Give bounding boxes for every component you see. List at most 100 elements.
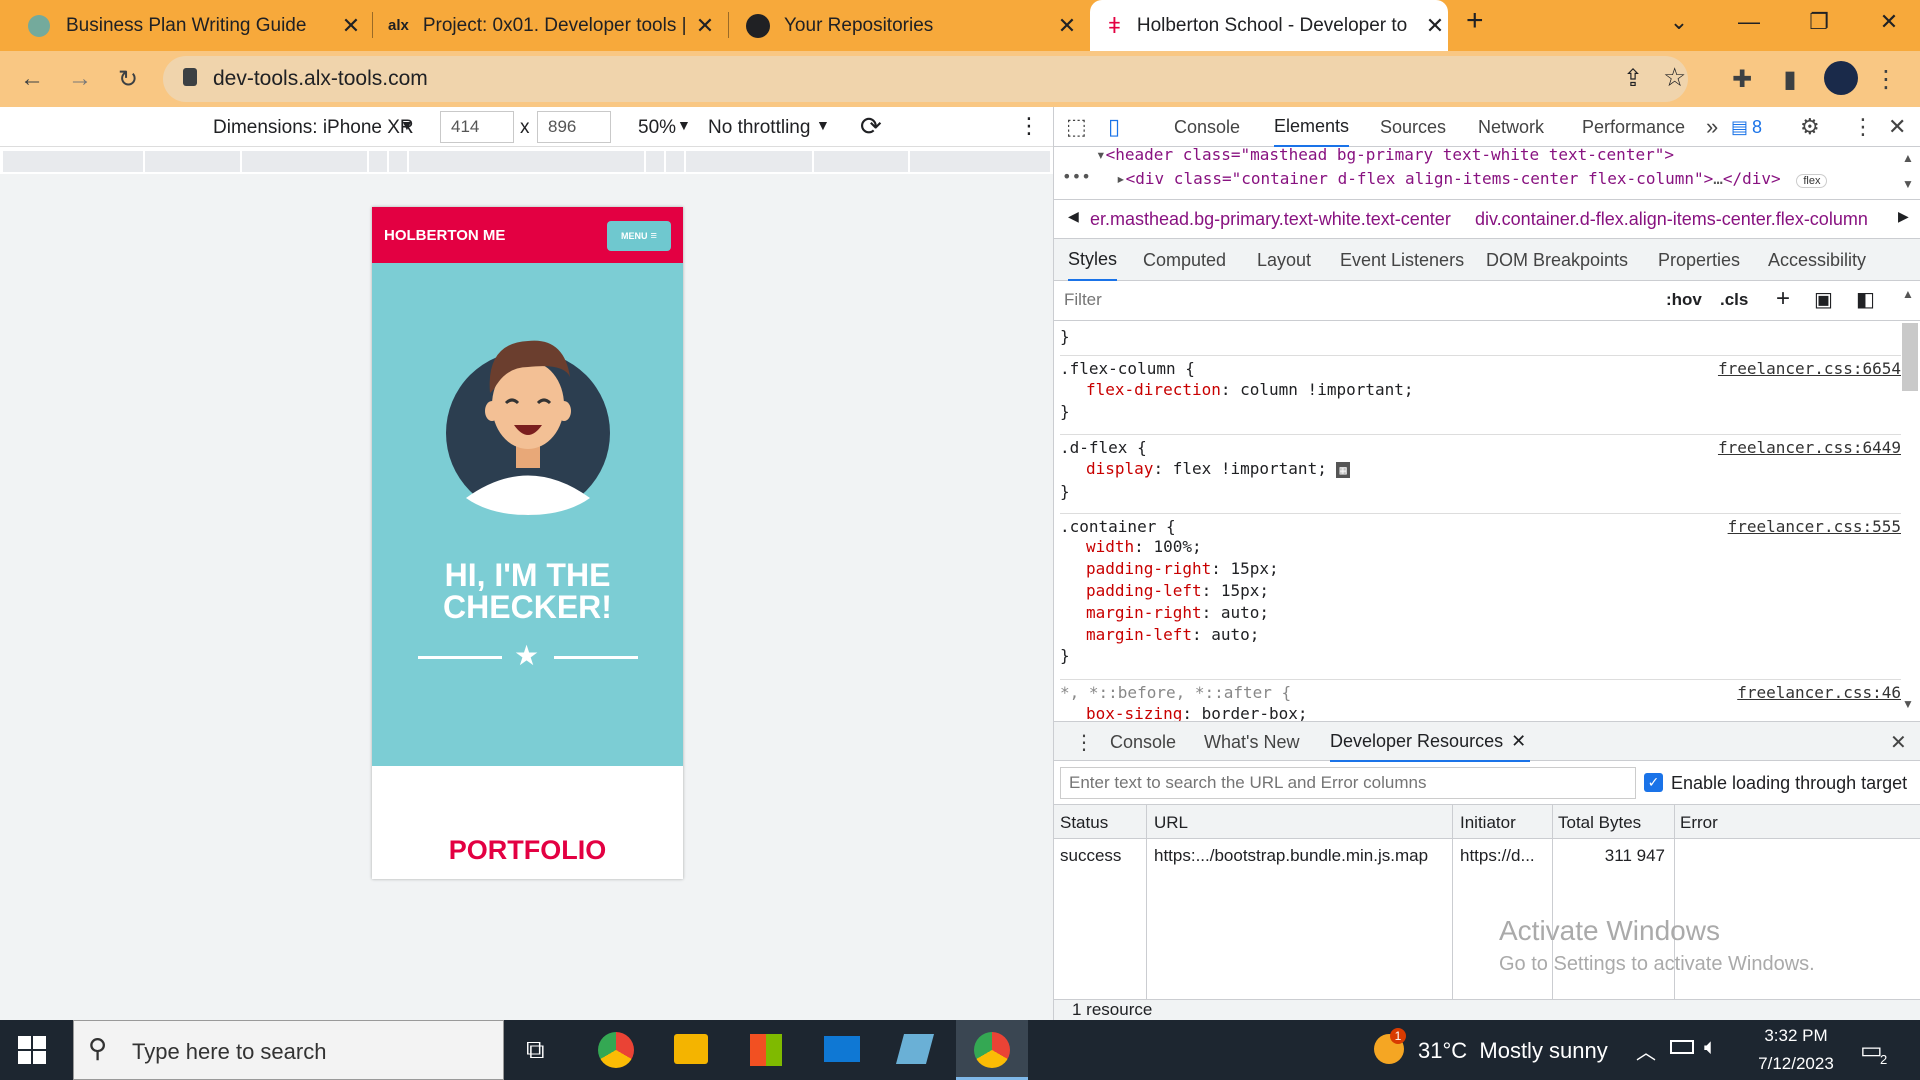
back-icon[interactable]: ← [12,59,52,99]
css-declaration[interactable]: margin-left: auto; [1060,624,1901,646]
drawer-tab-console[interactable]: Console [1110,722,1176,762]
close-icon[interactable]: ✕ [1054,13,1080,39]
drawer-tab-developer-resources[interactable]: Developer Resources ✕ [1330,722,1531,762]
css-declaration[interactable]: padding-left: 15px; [1060,580,1901,602]
column-header-error[interactable]: Error [1680,813,1718,833]
tab-styles[interactable]: Styles [1068,239,1118,281]
lock-icon[interactable] [183,68,197,86]
tab-holberton-active[interactable]: ǂ Holberton School - Developer to ✕ [1090,0,1448,51]
tab-layout[interactable]: Layout [1257,239,1311,281]
hov-button[interactable]: :hov [1666,290,1702,310]
microsoft-store-icon[interactable] [750,1034,782,1066]
chevron-down-icon[interactable]: ▼ [400,117,414,133]
chevron-up-icon[interactable]: ︿ [1636,1036,1656,1065]
css-rule[interactable]: .d-flex { freelancer.css:6449 display: f… [1060,438,1901,501]
css-declaration[interactable]: margin-right: auto; [1060,602,1901,624]
dom-collapsed-ellipsis[interactable]: … [1713,169,1723,188]
restore-icon[interactable]: ❐ [1784,0,1854,44]
enable-loading-checkbox[interactable]: ✓ [1644,773,1663,792]
file-explorer-icon[interactable] [674,1034,708,1064]
styles-scrollbar[interactable] [1902,323,1918,391]
rule-source-link[interactable]: freelancer.css:6654 [1718,359,1901,378]
column-header-url[interactable]: URL [1154,813,1188,833]
column-header-status[interactable]: Status [1060,813,1108,833]
css-rule[interactable]: .container { freelancer.css:555 width: 1… [1060,517,1901,665]
taskbar-search-box[interactable]: ⚲ Type here to search [73,1020,504,1080]
more-tabs-icon[interactable]: » [1706,107,1718,147]
property-name[interactable]: width [1086,537,1134,556]
chevron-down-icon[interactable]: ▼ [677,117,691,133]
property-value[interactable]: column !important; [1240,380,1413,399]
tab-console[interactable]: Console [1174,107,1240,147]
breadcrumb-left-icon[interactable]: ◀ [1068,208,1079,225]
css-rule[interactable]: *, *::before, *::after { freelancer.css:… [1060,683,1901,726]
tab-properties[interactable]: Properties [1658,239,1740,281]
breadcrumb-item[interactable]: er.masthead.bg-primary.text-white.text-c… [1090,209,1451,230]
property-value[interactable]: auto; [1221,603,1269,622]
chevron-down-icon[interactable]: ▼ [816,117,830,133]
menu-button[interactable]: MENU ≡ [607,221,671,251]
dom-ellipsis-icon[interactable]: ••• [1062,167,1091,186]
cell-initiator[interactable]: https://d... [1460,846,1535,866]
paint-brush-icon[interactable]: ▣ [1814,287,1833,312]
notepad-icon[interactable] [895,1034,935,1064]
drawer-tab-whats-new[interactable]: What's New [1204,722,1299,762]
media-segment[interactable] [389,151,407,172]
minimize-icon[interactable]: — [1714,0,1784,44]
address-bar[interactable]: dev-tools.alx-tools.com ⇪ ☆ [163,56,1688,102]
clock-date[interactable]: 7/12/2023 [1740,1054,1852,1074]
inspect-element-icon[interactable]: ⬚ [1066,107,1087,147]
media-query-bar[interactable] [0,148,1053,174]
dom-node-container[interactable]: ▸<div class="container d-flex align-item… [1116,169,1828,188]
media-segment[interactable] [666,151,684,172]
media-segment[interactable] [242,151,367,172]
close-icon[interactable]: ✕ [338,13,364,39]
share-icon[interactable]: ⇪ [1623,64,1643,93]
tab-event-listeners[interactable]: Event Listeners [1340,239,1464,281]
dimensions-dropdown[interactable]: Dimensions: iPhone XR [213,117,414,139]
task-view-icon[interactable]: ⧉ [526,1034,545,1066]
breadcrumb-item-active[interactable]: div.container.d-flex.align-items-center.… [1475,209,1868,230]
width-input[interactable]: 414 [440,111,514,143]
rotate-icon[interactable]: ⟳ [860,111,882,142]
css-rule[interactable]: .flex-column { freelancer.css:6654 flex-… [1060,359,1901,421]
media-segment[interactable] [409,151,644,172]
media-segment[interactable] [910,151,1050,172]
rule-source-link[interactable]: freelancer.css:555 [1728,517,1901,536]
clock-time[interactable]: 3:32 PM [1740,1026,1852,1046]
drawer-menu-icon[interactable]: ⋮ [1074,722,1094,762]
property-value[interactable]: flex !important; [1173,459,1327,478]
resources-search-input[interactable] [1060,767,1636,799]
drawer-close-icon[interactable]: ✕ [1890,722,1907,762]
cls-button[interactable]: .cls [1720,290,1748,310]
settings-gear-icon[interactable]: ⚙ [1800,107,1820,147]
property-name[interactable]: display [1086,459,1153,478]
extensions-icon[interactable]: ✚ [1722,59,1762,99]
property-name[interactable]: margin-left [1086,625,1192,644]
volume-icon[interactable]: 🔈︎ [1704,1034,1717,1060]
tab-search-icon[interactable]: ⌄ [1644,0,1714,44]
scroll-down-icon[interactable]: ▼ [1902,697,1914,711]
property-name[interactable]: margin-right [1086,603,1202,622]
tab-computed[interactable]: Computed [1143,239,1226,281]
devtools-menu-icon[interactable]: ⋮ [1852,107,1874,147]
property-name[interactable]: padding-left [1086,581,1202,600]
issues-badge[interactable]: ▤ 8 [1731,107,1762,147]
css-declaration[interactable]: display: flex !important; ▦ [1060,457,1901,482]
bookmark-star-icon[interactable]: ☆ [1663,62,1686,93]
property-value[interactable]: auto; [1211,625,1259,644]
styles-filter-input[interactable] [1058,285,1648,315]
forward-icon[interactable]: → [60,59,100,99]
tab-sources[interactable]: Sources [1380,107,1446,147]
windows-start-icon[interactable] [18,1036,46,1064]
tab-elements[interactable]: Elements [1274,107,1350,147]
chrome-icon[interactable] [598,1032,634,1068]
media-segment[interactable] [3,151,143,172]
breadcrumb-right-icon[interactable]: ▶ [1898,208,1909,225]
close-icon[interactable]: ✕ [1511,731,1526,752]
avatar[interactable] [1824,61,1858,95]
side-panel-icon[interactable]: ▮ [1770,59,1810,99]
taskbar-chrome-active[interactable] [956,1020,1028,1080]
chrome-menu-icon[interactable]: ⋮ [1866,59,1906,99]
css-declaration[interactable]: padding-right: 15px; [1060,558,1901,580]
